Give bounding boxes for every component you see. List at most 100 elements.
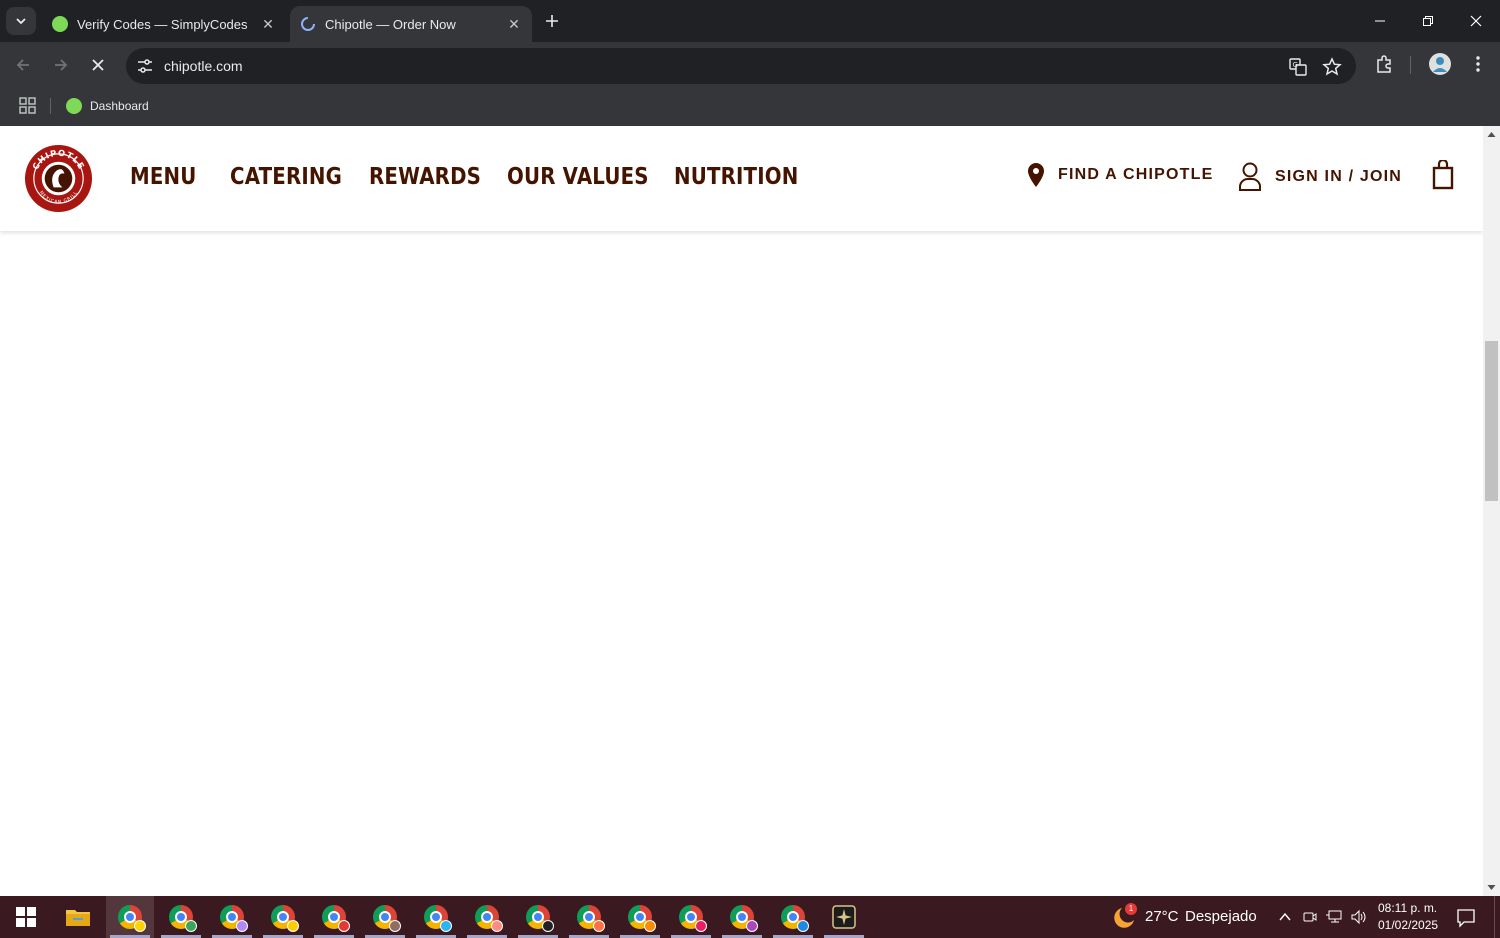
profile-badge-icon <box>491 920 503 932</box>
profile-badge-icon <box>440 920 452 932</box>
taskbar-chrome-window[interactable] <box>667 896 715 938</box>
location-pin-icon <box>1028 163 1044 187</box>
taskbar-chrome-window[interactable] <box>514 896 562 938</box>
taskbar-chrome-window[interactable] <box>769 896 817 938</box>
weather-description: Despejado <box>1185 908 1257 925</box>
weather-widget[interactable]: 1 27°C Despejado <box>1110 896 1260 938</box>
chrome-menu-button[interactable] <box>1466 52 1490 76</box>
sign-in-link[interactable]: SIGN IN / JOIN <box>1238 162 1402 192</box>
chrome-icon <box>169 905 197 932</box>
taskbar-chrome-window[interactable] <box>208 896 256 938</box>
page-scrollbar[interactable] <box>1483 126 1500 896</box>
new-tab-button[interactable] <box>540 9 564 33</box>
close-icon <box>1470 15 1482 27</box>
close-tab-icon[interactable]: ✕ <box>260 16 276 32</box>
profile-badge-icon <box>695 920 707 932</box>
nav-catering[interactable]: CATERING <box>230 164 342 190</box>
chrome-icon <box>373 905 401 932</box>
stop-loading-button[interactable] <box>85 52 111 78</box>
tab-chipotle[interactable]: Chipotle — Order Now ✕ <box>290 6 532 42</box>
taskbar-chrome-window[interactable] <box>463 896 511 938</box>
minimize-icon <box>1375 20 1385 22</box>
show-desktop-button[interactable] <box>1494 896 1500 938</box>
nav-nutrition[interactable]: NUTRITION <box>674 164 798 190</box>
weather-alert-badge: 1 <box>1125 903 1137 915</box>
network-icon[interactable] <box>1325 909 1343 925</box>
shopping-bag-button[interactable] <box>1432 160 1454 190</box>
nav-menu[interactable]: MENU <box>130 164 196 190</box>
taskbar-chrome-window[interactable] <box>106 896 154 938</box>
minimize-button[interactable] <box>1356 0 1404 42</box>
tab-search-button[interactable] <box>6 7 36 35</box>
chevron-down-icon <box>16 18 26 25</box>
taskbar-chrome-window[interactable] <box>565 896 613 938</box>
profile-badge-icon <box>287 920 299 932</box>
chrome-icon <box>322 905 350 932</box>
chrome-icon <box>577 905 605 932</box>
back-button[interactable] <box>10 52 36 78</box>
taskbar-app-compass[interactable] <box>820 896 868 938</box>
profile-badge-icon <box>338 920 350 932</box>
taskbar-chrome-window[interactable] <box>310 896 358 938</box>
close-tab-icon[interactable]: ✕ <box>506 16 522 32</box>
site-settings-icon[interactable] <box>136 57 154 75</box>
clock-date: 01/02/2025 <box>1378 918 1439 932</box>
chevron-up-icon[interactable] <box>1278 910 1292 924</box>
find-a-chipotle-label: FIND A CHIPOTLE <box>1058 166 1214 183</box>
address-bar[interactable]: chipotle.com G <box>126 48 1356 84</box>
start-button[interactable] <box>0 896 52 938</box>
bookmarks-bar: Dashboard <box>0 86 1500 126</box>
svg-text:G: G <box>1293 61 1298 69</box>
chrome-icon <box>424 905 452 932</box>
chrome-icon <box>475 905 503 932</box>
meet-now-icon[interactable] <box>1302 909 1318 925</box>
profile-badge-icon <box>236 920 248 932</box>
scroll-up-arrow-icon[interactable] <box>1487 130 1496 139</box>
profile-badge-icon <box>797 920 809 932</box>
find-a-chipotle-link[interactable]: FIND A CHIPOTLE <box>1026 162 1213 188</box>
translate-icon[interactable]: G <box>1288 57 1308 77</box>
bookmark-label: Dashboard <box>90 99 149 113</box>
bookmarks-divider <box>50 98 51 114</box>
chrome-icon <box>628 905 656 932</box>
taskbar-chrome-window[interactable] <box>259 896 307 938</box>
profile-badge-icon <box>593 920 605 932</box>
simplycodes-favicon-icon <box>66 98 82 114</box>
scroll-down-arrow-icon[interactable] <box>1487 883 1496 892</box>
system-clock[interactable]: 08:11 p. m. 01/02/2025 <box>1378 900 1438 934</box>
nav-our-values[interactable]: OUR VALUES <box>507 164 649 190</box>
bookmark-dashboard[interactable]: Dashboard <box>66 95 149 117</box>
clock-time: 08:11 p. m. <box>1378 901 1438 915</box>
scrollbar-thumb[interactable] <box>1485 341 1498 501</box>
forward-button[interactable] <box>48 52 74 78</box>
extensions-button[interactable] <box>1372 52 1396 76</box>
tab-simplycodes[interactable]: Verify Codes — SimplyCodes ✕ <box>42 6 286 42</box>
chipotle-logo[interactable]: CHIPOTLE MEXICAN GRILL <box>24 144 93 213</box>
tab-title: Verify Codes — SimplyCodes <box>77 16 248 32</box>
taskbar-chrome-window[interactable] <box>616 896 664 938</box>
chrome-icon <box>781 905 809 932</box>
taskbar-chrome-window[interactable] <box>412 896 460 938</box>
taskbar-chrome-window[interactable] <box>157 896 205 938</box>
star-bookmark-icon[interactable] <box>1322 57 1342 77</box>
volume-icon[interactable] <box>1350 909 1368 925</box>
sign-in-label: SIGN IN / JOIN <box>1275 168 1403 185</box>
weather-temperature: 27°C <box>1145 908 1179 925</box>
nav-rewards[interactable]: REWARDS <box>369 164 481 190</box>
profile-badge-icon <box>644 920 656 932</box>
chrome-icon <box>526 905 554 932</box>
apps-grid-icon[interactable] <box>18 96 38 116</box>
restore-button[interactable] <box>1404 0 1452 42</box>
profile-button[interactable] <box>1428 52 1452 76</box>
close-window-button[interactable] <box>1452 0 1500 42</box>
file-explorer-button[interactable] <box>54 896 102 938</box>
notifications-icon[interactable] <box>1456 908 1476 928</box>
chrome-icon <box>679 905 707 932</box>
puzzle-icon <box>1377 55 1391 73</box>
folder-icon <box>66 910 90 926</box>
arrow-right-icon <box>55 59 68 71</box>
user-icon <box>1239 162 1261 191</box>
taskbar-chrome-window[interactable] <box>361 896 409 938</box>
tab-title: Chipotle — Order Now <box>325 16 456 32</box>
taskbar-chrome-window[interactable] <box>718 896 766 938</box>
